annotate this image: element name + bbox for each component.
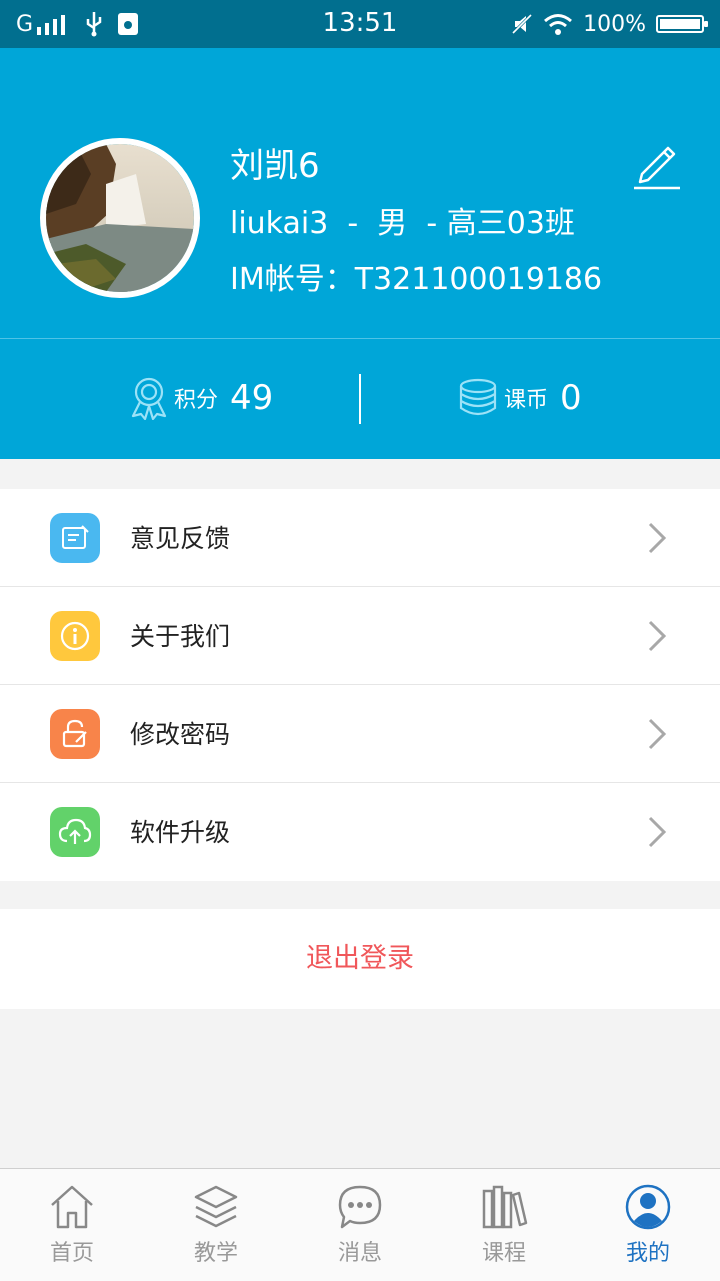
avatar[interactable] [40, 138, 200, 298]
chevron-right-icon [648, 816, 667, 848]
battery-percent: 100% [583, 11, 646, 37]
wifi-icon [544, 14, 573, 35]
chevron-right-icon [648, 522, 667, 554]
logout-button[interactable]: 退出登录 [0, 909, 720, 1009]
mute-icon [512, 13, 533, 35]
feedback-icon [50, 513, 100, 563]
user-info: liukai3 - 男 - 高三03班 [230, 206, 575, 241]
points-label: 积分 [174, 388, 219, 413]
tab-label: 教学 [193, 1241, 238, 1266]
tab-mine[interactable]: 我的 [576, 1169, 720, 1281]
settings-menu: 意见反馈 关于我们 修改密码 软件升级 [0, 489, 720, 881]
menu-item-about[interactable]: 关于我们 [0, 587, 720, 685]
award-icon [131, 377, 167, 420]
points-stat[interactable]: 积分 49 [130, 368, 273, 428]
tab-courses[interactable]: 课程 [432, 1169, 576, 1281]
home-icon [51, 1185, 93, 1229]
menu-label: 软件升级 [130, 818, 231, 847]
header-divider [0, 338, 720, 339]
profile-header: 刘凯6 liukai3 - 男 - 高三03班 IM帐号：T3211000191… [0, 48, 720, 459]
chevron-right-icon [648, 620, 667, 652]
avatar-image [46, 144, 194, 292]
tab-home[interactable]: 首页 [0, 1169, 144, 1281]
tab-label: 课程 [481, 1241, 526, 1266]
chat-icon [338, 1185, 382, 1229]
menu-item-change-password[interactable]: 修改密码 [0, 685, 720, 783]
menu-label: 意见反馈 [130, 524, 231, 553]
tab-label: 消息 [337, 1241, 382, 1266]
bottom-tab-bar: 首页 教学 消息 课程 我的 [0, 1168, 720, 1281]
layers-icon [194, 1185, 238, 1228]
status-right: 100% [511, 10, 708, 38]
menu-item-upgrade[interactable]: 软件升级 [0, 783, 720, 881]
battery-icon [656, 15, 708, 33]
im-account: IM帐号：T321100019186 [230, 262, 603, 297]
user-name: 刘凯6 [230, 146, 320, 186]
edit-profile-button[interactable] [628, 136, 684, 192]
coins-icon [459, 378, 497, 416]
menu-label: 关于我们 [130, 622, 231, 651]
chevron-right-icon [648, 718, 667, 750]
tab-messages[interactable]: 消息 [288, 1169, 432, 1281]
pencil-icon [634, 146, 680, 190]
cloud-upload-icon [50, 807, 100, 857]
user-icon [625, 1184, 671, 1230]
lock-edit-icon [50, 709, 100, 759]
coins-stat[interactable]: 课币 0 [458, 368, 582, 428]
coins-value: 0 [560, 378, 582, 418]
menu-label: 修改密码 [130, 720, 231, 749]
tab-label: 我的 [625, 1241, 670, 1266]
status-bar: G 13:51 100% [0, 0, 720, 48]
stats-separator [359, 374, 361, 424]
tab-label: 首页 [49, 1241, 94, 1266]
tab-teaching[interactable]: 教学 [144, 1169, 288, 1281]
menu-item-feedback[interactable]: 意见反馈 [0, 489, 720, 587]
books-icon [482, 1185, 528, 1229]
info-icon [50, 611, 100, 661]
points-value: 49 [230, 378, 274, 418]
coins-label: 课币 [504, 388, 549, 413]
battery-fill [660, 19, 700, 29]
